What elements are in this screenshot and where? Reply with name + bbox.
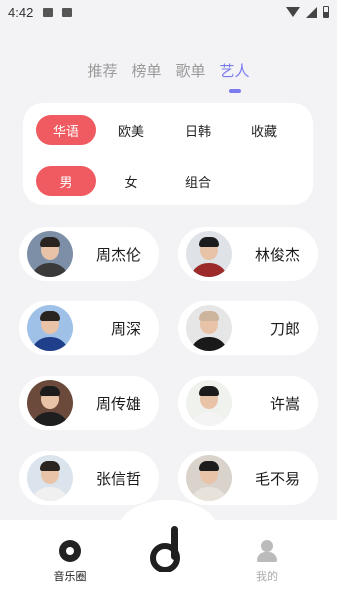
tab-recommend[interactable]: 推荐 <box>87 60 117 93</box>
category-tabs: 推荐 榜单 歌单 艺人 <box>0 60 337 93</box>
filter-card: 华语 欧美 日韩 收藏 男 女 组合 <box>23 103 313 205</box>
nav-mine[interactable]: 我的 <box>237 540 297 584</box>
artist-name: 林俊杰 <box>254 245 300 264</box>
artist-card[interactable]: 毛不易 <box>178 451 318 505</box>
filter-chip-female[interactable]: 女 <box>101 166 161 196</box>
artist-card[interactable]: 周杰伦 <box>19 227 159 281</box>
wifi-icon <box>286 7 300 17</box>
disc-icon <box>59 540 81 562</box>
artist-avatar <box>186 305 232 351</box>
artist-card[interactable]: 林俊杰 <box>178 227 318 281</box>
battery-icon <box>323 6 329 18</box>
artist-card[interactable]: 周传雄 <box>19 376 159 430</box>
artist-avatar <box>27 231 73 277</box>
app-notification-icon <box>62 7 73 17</box>
artist-avatar <box>27 455 73 501</box>
artist-name: 毛不易 <box>254 469 300 488</box>
tab-playlists[interactable]: 歌单 <box>176 60 206 93</box>
note-logo-icon[interactable] <box>146 524 188 573</box>
filter-chip-male[interactable]: 男 <box>36 166 96 196</box>
tab-charts[interactable]: 榜单 <box>131 60 161 93</box>
artist-avatar <box>186 231 232 277</box>
filter-chip-western[interactable]: 欧美 <box>101 115 161 145</box>
status-bar: 4:42 <box>0 0 337 24</box>
artist-card[interactable]: 刀郎 <box>178 301 318 355</box>
filter-chip-group[interactable]: 组合 <box>168 166 228 196</box>
nav-music-circle[interactable]: 音乐圈 <box>40 540 100 584</box>
filter-chip-chinese[interactable]: 华语 <box>36 115 96 145</box>
artist-avatar <box>27 380 73 426</box>
artist-card[interactable]: 许嵩 <box>178 376 318 430</box>
artist-avatar <box>186 380 232 426</box>
artist-name: 周传雄 <box>95 394 141 413</box>
artist-avatar <box>186 455 232 501</box>
artist-card[interactable]: 周深 <box>19 301 159 355</box>
tab-artists[interactable]: 艺人 <box>220 60 250 93</box>
image-notification-icon <box>43 7 54 17</box>
artist-name: 周深 <box>110 319 141 338</box>
filter-chip-favorites[interactable]: 收藏 <box>234 115 294 145</box>
filter-chip-jpkr[interactable]: 日韩 <box>168 115 228 145</box>
status-time: 4:42 <box>8 4 34 20</box>
artist-name: 刀郎 <box>269 319 300 338</box>
user-icon <box>256 540 278 562</box>
artist-name: 周杰伦 <box>95 245 141 264</box>
nav-music-circle-label: 音乐圈 <box>53 570 87 583</box>
artist-name: 许嵩 <box>269 394 300 413</box>
signal-icon <box>306 6 317 18</box>
artist-name: 张信哲 <box>95 469 141 488</box>
artist-avatar <box>27 305 73 351</box>
artist-card[interactable]: 张信哲 <box>19 451 159 505</box>
nav-mine-label: 我的 <box>256 570 278 583</box>
